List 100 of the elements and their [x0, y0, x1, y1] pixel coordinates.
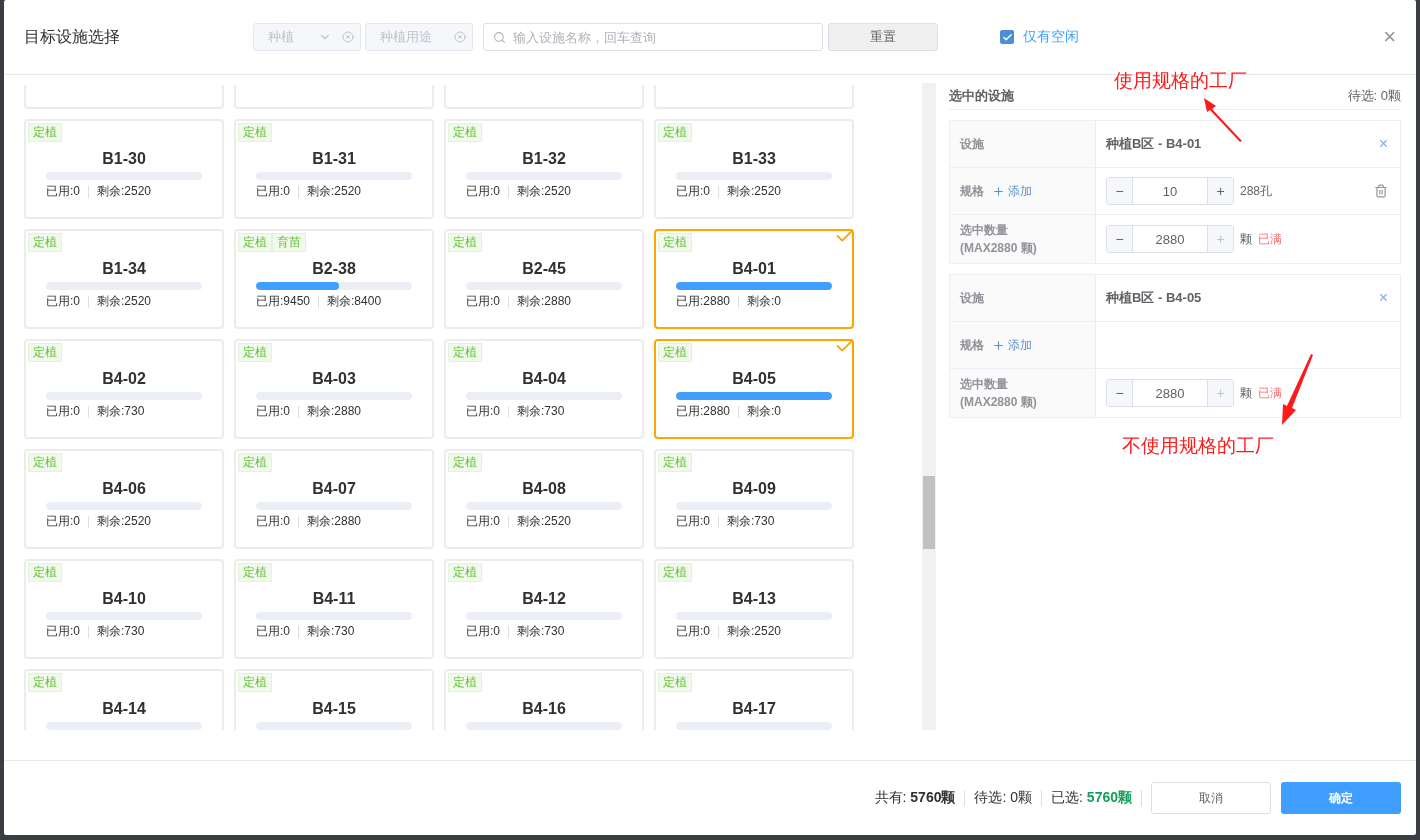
category-tag: 定植 [28, 233, 62, 252]
cancel-button[interactable]: 取消 [1151, 782, 1271, 814]
used-count: 已用:0 [466, 513, 500, 530]
facility-card[interactable]: 定植 B4-13 已用:0 剩余:2520 [654, 559, 854, 659]
facility-card[interactable]: 定植 B1-34 已用:0 剩余:2520 [24, 229, 224, 329]
category-tag: 定植 [658, 453, 692, 472]
remaining-count: 剩余:730 [97, 403, 145, 420]
facility-name: B4-03 [312, 370, 356, 388]
remaining-count: 剩余:2880 [517, 293, 572, 310]
used-count: 已用:2880 [676, 293, 731, 310]
used-count: 已用:0 [676, 513, 710, 530]
remaining-count: 剩余:2520 [517, 183, 572, 200]
field-label: 设施 [960, 135, 984, 153]
facility-name: B2-45 [522, 260, 566, 278]
decrement-button[interactable]: − [1107, 178, 1132, 204]
field-label: 选中数量 (MAX2880 颗) [960, 376, 1037, 411]
number-stepper[interactable]: − 10 + [1106, 177, 1234, 205]
facility-card[interactable]: 定植 B4-14 [24, 669, 224, 730]
facility-name: B1-32 [522, 150, 566, 168]
facility-card[interactable]: 定植 B4-15 [234, 669, 434, 730]
remaining-count: 剩余:0 [747, 293, 782, 310]
remaining-count: 剩余:2520 [727, 623, 782, 640]
facility-name: B4-07 [312, 480, 356, 498]
category-tag: 定植 [658, 123, 692, 142]
facility-card[interactable]: 定植 B4-04 已用:0 剩余:730 [444, 339, 644, 439]
dialog-title: 目标设施选择 [24, 26, 121, 47]
idle-checkbox[interactable] [1000, 30, 1014, 44]
number-stepper[interactable]: − 2880 + [1106, 379, 1234, 407]
facility-card[interactable]: 定植 B2-45 已用:0 剩余:2880 [444, 229, 644, 329]
facility-name: B4-14 [102, 700, 146, 718]
facility-card[interactable]: 定植 B4-07 已用:0 剩余:2880 [234, 449, 434, 549]
used-count: 已用:0 [46, 183, 80, 200]
scrollbar-thumb[interactable] [923, 476, 935, 549]
scrollbar[interactable] [922, 83, 936, 730]
facility-name: B4-10 [102, 590, 146, 608]
facility-card[interactable]: 定植 B4-17 [654, 669, 854, 730]
facility-card[interactable]: 定植 B1-32 已用:0 剩余:2520 [444, 119, 644, 219]
field-label: 选中数量 (MAX2880 颗) [960, 222, 1037, 257]
annotation-text: 使用规格的工厂 [1114, 69, 1247, 93]
remaining-count: 剩余:2880 [307, 513, 362, 530]
facility-card[interactable]: 定植 B4-05 已用:2880 剩余:0 [654, 339, 854, 439]
remaining-count: 剩余:2520 [97, 513, 152, 530]
facility-card[interactable]: 定植 B4-03 已用:0 剩余:2880 [234, 339, 434, 439]
search-field[interactable]: 输入设施名称，回车查询 [483, 23, 823, 51]
field-label: 设施 [960, 289, 984, 307]
remaining-count: 剩余:2520 [517, 513, 572, 530]
total-summary: 共有: 5760颗 [874, 789, 956, 807]
facility-card[interactable]: 定植 B4-11 已用:0 剩余:730 [234, 559, 434, 659]
facility-card[interactable]: 定植 B4-08 已用:0 剩余:2520 [444, 449, 644, 549]
panel-title: 选中的设施 [949, 87, 1014, 105]
facility-card[interactable]: 定植 B1-31 已用:0 剩余:2520 [234, 119, 434, 219]
quantity-input[interactable]: 2880 [1132, 380, 1208, 406]
increment-button[interactable]: + [1208, 178, 1233, 204]
search-icon [493, 31, 506, 44]
remaining-count: 剩余:2520 [727, 183, 782, 200]
facility-name: B1-34 [102, 260, 146, 278]
quantity-input[interactable]: 10 [1132, 178, 1208, 204]
remaining-count: 剩余:2520 [97, 183, 152, 200]
used-count: 已用:0 [256, 403, 290, 420]
category-tag: 定植 [238, 673, 272, 692]
clear-icon [342, 31, 354, 43]
category-tag: 定植 [448, 343, 482, 362]
category-tag: 定植 [28, 673, 62, 692]
used-count: 已用:0 [466, 403, 500, 420]
facility-name: B2-38 [312, 260, 356, 278]
facility-name: B4-17 [732, 700, 776, 718]
trash-icon[interactable] [1374, 184, 1388, 198]
facility-name: B1-31 [312, 150, 356, 168]
category-tag: 定植 [658, 673, 692, 692]
reset-button[interactable]: 重置 [828, 23, 938, 51]
unit-label: 288孔 [1240, 182, 1273, 200]
facility-card[interactable]: 定植 B4-12 已用:0 剩余:730 [444, 559, 644, 659]
facility-name: B4-02 [102, 370, 146, 388]
facility-card[interactable]: 定植 B4-16 [444, 669, 644, 730]
facility-card[interactable]: 定植 B1-30 已用:0 剩余:2520 [24, 119, 224, 219]
facility-card[interactable]: 定植 B4-10 已用:0 剩余:730 [24, 559, 224, 659]
decrement-button[interactable]: − [1107, 226, 1132, 252]
remaining-count: 剩余:2520 [97, 293, 152, 310]
category-tag: 定植 [448, 233, 482, 252]
facility-card[interactable]: 定植 B4-06 已用:0 剩余:2520 [24, 449, 224, 549]
used-count: 已用:0 [46, 623, 80, 640]
category-tag: 定植 [658, 233, 692, 252]
category-tag: 定植 [448, 673, 482, 692]
remaining-count: 剩余:8400 [327, 293, 382, 310]
field-label: 规格 [960, 182, 984, 200]
used-count: 已用:0 [256, 513, 290, 530]
decrement-button[interactable]: − [1107, 380, 1132, 406]
used-count: 已用:0 [256, 183, 290, 200]
used-count: 已用:0 [256, 623, 290, 640]
facility-card[interactable]: 定植 B4-01 已用:2880 剩余:0 [654, 229, 854, 329]
facility-card[interactable]: 定植 B4-09 已用:0 剩余:730 [654, 449, 854, 549]
quantity-input[interactable]: 2880 [1132, 226, 1208, 252]
facility-name: B4-01 [732, 260, 776, 278]
number-stepper[interactable]: − 2880 + [1106, 225, 1234, 253]
facility-card[interactable]: 定植 B1-33 已用:0 剩余:2520 [654, 119, 854, 219]
category-tag: 定植 [448, 453, 482, 472]
facility-card[interactable]: 定植 B4-02 已用:0 剩余:730 [24, 339, 224, 439]
facility-name: B4-09 [732, 480, 776, 498]
category-tag: 定植 [448, 123, 482, 142]
facility-card[interactable]: 定植 育苗 B2-38 已用:9450 剩余:8400 [234, 229, 434, 329]
